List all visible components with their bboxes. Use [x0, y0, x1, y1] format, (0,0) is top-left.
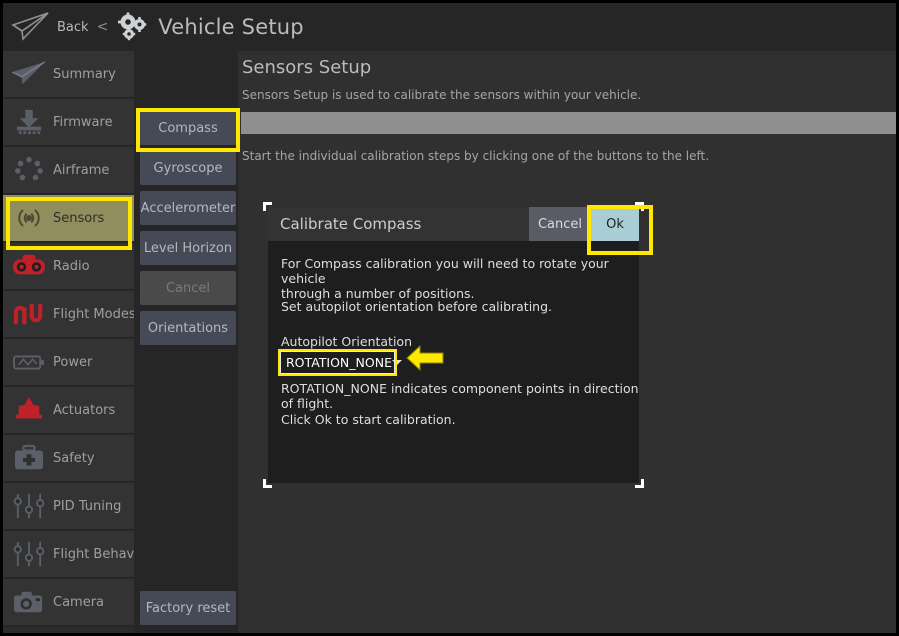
qgroundcontrol-window: Back < Vehicle Setup Summary Firmware Airf…	[3, 3, 896, 633]
progress-fill	[241, 112, 896, 134]
subtab-level-horizon[interactable]: Level Horizon	[140, 231, 236, 265]
sidebar-item-sensors[interactable]: Sensors	[3, 195, 134, 243]
sidebar-item-label: Camera	[53, 595, 104, 610]
subtab-cancel: Cancel	[140, 271, 236, 305]
sidebar-item-airframe[interactable]: Airframe	[3, 147, 134, 195]
sidebar-item-flight-behavior[interactable]: Flight Behavior	[3, 531, 134, 579]
page-title: Vehicle Setup	[158, 15, 304, 39]
sidebar-item-camera[interactable]: Camera	[3, 579, 134, 627]
sidebar-item-radio[interactable]: Radio	[3, 243, 134, 291]
orientation-note: ROTATION_NONE indicates component points…	[281, 381, 639, 411]
sensors-setup-panel: Sensors Setup Sensors Setup is used to c…	[238, 51, 896, 633]
factory-reset-button[interactable]: Factory reset	[140, 591, 236, 625]
first-aid-kit-icon	[7, 441, 51, 475]
sidebar-item-label: PID Tuning	[53, 499, 121, 514]
chevron-down-icon	[392, 360, 402, 365]
sidebar-item-summary[interactable]: Summary	[3, 51, 134, 99]
subtab-orientations[interactable]: Orientations	[140, 311, 236, 345]
sidebar-item-label: Flight Modes	[53, 307, 136, 322]
title-bar: Back < Vehicle Setup	[3, 3, 896, 51]
sidebar-item-label: Summary	[53, 67, 116, 82]
sidebar-item-label: Firmware	[53, 115, 113, 130]
sensor-tab-column: Compass Gyroscope Accelerometer Level Horiz…	[134, 51, 238, 633]
orientation-value: ROTATION_NONE	[286, 355, 392, 370]
instruction-hint: Start the individual calibration steps b…	[242, 149, 709, 163]
sensor-waves-icon	[7, 201, 51, 235]
sidebar-item-label: Airframe	[53, 163, 109, 178]
dialog-title-bar: Calibrate Compass Cancel Ok	[268, 207, 639, 241]
sidebar-item-safety[interactable]: Safety	[3, 435, 134, 483]
back-chevron-icon[interactable]: <	[97, 19, 109, 35]
radio-controller-icon	[7, 249, 51, 283]
subtab-gyroscope[interactable]: Gyroscope	[140, 151, 236, 185]
dialog-cancel-button[interactable]: Cancel	[529, 207, 591, 241]
dialog-corner-bottom-right	[635, 479, 644, 488]
dialog-paragraph-4: Click Ok to start calibration.	[281, 412, 456, 427]
airframe-dots-icon	[7, 153, 51, 187]
camera-icon	[7, 585, 51, 619]
sidebar-item-label: Radio	[53, 259, 90, 274]
dialog-ok-button[interactable]: Ok	[591, 207, 639, 241]
sidebar-item-power[interactable]: Power	[3, 339, 134, 387]
orientation-label: Autopilot Orientation	[281, 334, 412, 349]
subtab-compass[interactable]: Compass	[140, 111, 236, 145]
left-arrow-icon	[405, 343, 445, 373]
dialog-body: For Compass calibration you will need to…	[268, 241, 639, 483]
gears-icon	[117, 12, 149, 42]
sidebar-item-actuators[interactable]: Actuators	[3, 387, 134, 435]
paper-plane-icon	[7, 57, 51, 91]
flight-modes-icon	[7, 297, 51, 331]
orientation-combobox[interactable]: ROTATION_NONE	[280, 351, 395, 374]
dialog-corner-bottom-left	[263, 479, 272, 488]
dialog-button-group: Cancel Ok	[529, 207, 639, 241]
dialog-paragraph-1: For Compass calibration you will need to…	[281, 256, 611, 301]
sidebar-item-firmware[interactable]: Firmware	[3, 99, 134, 147]
sidebar-item-flight-modes[interactable]: Flight Modes	[3, 291, 134, 339]
sidebar-item-label: Sensors	[53, 211, 104, 226]
battery-icon	[7, 345, 51, 379]
sidebar-item-pid-tuning[interactable]: PID Tuning	[3, 483, 134, 531]
section-title: Sensors Setup	[242, 57, 371, 78]
sidebar-item-label: Actuators	[53, 403, 115, 418]
download-chip-icon	[7, 105, 51, 139]
dialog-corner-top-left	[263, 202, 272, 211]
paper-plane-icon[interactable]	[11, 11, 51, 43]
sliders-icon	[7, 489, 51, 523]
dialog-title: Calibrate Compass	[280, 215, 421, 233]
sliders-icon	[7, 537, 51, 571]
back-button-label[interactable]: Back	[57, 20, 89, 35]
motor-icon	[7, 393, 51, 427]
subtab-accelerometer[interactable]: Accelerometer	[140, 191, 236, 225]
calibrate-compass-dialog: Calibrate Compass Cancel Ok For Compass …	[268, 207, 639, 483]
sidebar-item-label: Power	[53, 355, 92, 370]
sidebar-item-label: Safety	[53, 451, 95, 466]
section-subtitle: Sensors Setup is used to calibrate the s…	[242, 88, 641, 102]
calibration-progress-bar	[241, 112, 896, 134]
setup-sidebar: Summary Firmware Airframe Sensors Radio Fligh…	[3, 51, 134, 633]
dialog-corner-top-right	[635, 202, 644, 211]
dialog-paragraph-2: Set autopilot orientation before calibra…	[281, 299, 552, 314]
